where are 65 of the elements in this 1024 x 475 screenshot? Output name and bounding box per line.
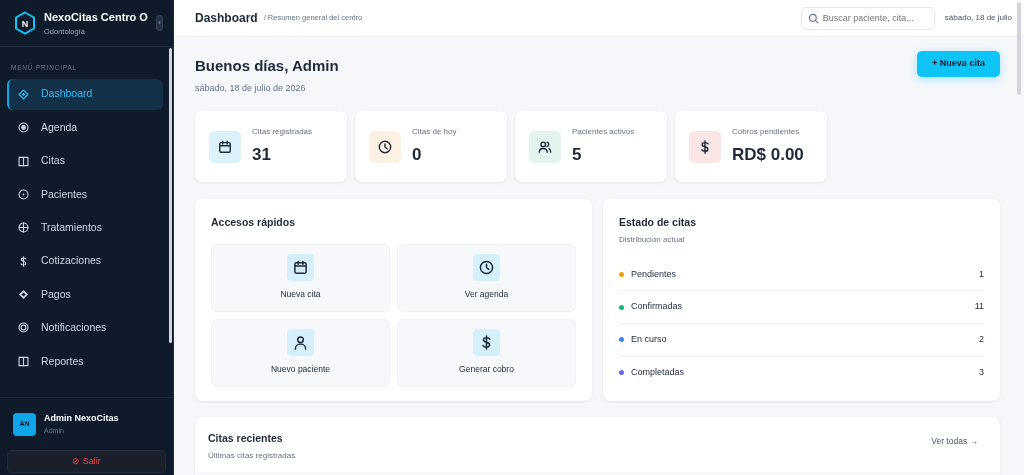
panel-subtitle: Distribución actual <box>619 233 686 246</box>
status-label: Completadas <box>631 366 686 380</box>
status-label: En curso <box>631 333 668 346</box>
nav-item[interactable]: Citas <box>7 145 163 177</box>
status-count: 3 <box>979 366 984 380</box>
scrollbar[interactable] <box>169 48 172 343</box>
status-count: 2 <box>979 333 984 346</box>
panel-title: Accesos rápidos <box>211 215 297 230</box>
status-count: 11 <box>974 300 984 314</box>
dollar-icon <box>698 139 712 154</box>
panel-title: Citas recientes <box>208 431 284 446</box>
stat-value: 5 <box>572 143 583 166</box>
ring-icon <box>18 322 29 334</box>
diamond-icon <box>18 88 29 100</box>
nav-item[interactable]: Dashboard <box>7 78 163 110</box>
nav-item[interactable]: Agenda <box>7 112 163 144</box>
stat-label: Pacientes activos <box>572 125 635 138</box>
dollar-icon <box>18 255 29 267</box>
user-name: Admin NexoCitas <box>44 412 119 425</box>
stat-value: 31 <box>252 143 272 166</box>
calendar-icon <box>218 139 232 154</box>
quick-action-tile[interactable]: Nueva cita <box>211 243 390 312</box>
target-icon <box>18 122 29 134</box>
diamond-icon <box>18 289 29 301</box>
nav-item[interactable]: Reportes <box>7 345 163 377</box>
stat-label: Cobros pendientes <box>732 125 801 138</box>
circle-icon <box>18 188 29 200</box>
user-icon <box>293 335 308 351</box>
panel-subtitle: Últimas citas registradas <box>208 449 296 462</box>
clock-icon <box>479 260 494 276</box>
new-appointment-button[interactable]: + Nueva cita <box>917 51 1000 77</box>
search-field[interactable]: Buscar paciente, cita... <box>800 6 935 30</box>
columns-icon <box>18 155 29 167</box>
collapse-button[interactable]: ‹ <box>155 15 163 31</box>
page-title: Dashboard <box>195 10 258 27</box>
users-icon <box>538 139 552 154</box>
columns-icon <box>18 355 29 367</box>
nav-item[interactable]: Pagos <box>7 279 163 311</box>
stat-label: Citas de hoy <box>412 125 457 138</box>
header-date: sábado, 18 de julio <box>944 12 1012 24</box>
search-icon <box>807 12 819 24</box>
brand-name: NexoCitas Centro O <box>44 10 148 26</box>
greeting-date: sábado, 18 de julio de 2026 <box>195 81 307 95</box>
status-label: Pendientes <box>631 267 678 281</box>
logout-button[interactable]: ⊘ Salir <box>7 450 166 473</box>
stat-value: RD$ 0.00 <box>732 143 804 166</box>
nav-item[interactable]: Tratamientos <box>7 212 163 244</box>
view-all-link[interactable]: Ver todas → <box>931 435 978 462</box>
scrollbar[interactable] <box>1017 2 1021 95</box>
status-label: Confirmadas <box>631 300 684 314</box>
status-count: 1 <box>979 267 984 281</box>
stat-label: Citas registradas <box>252 125 313 138</box>
stat-value: 0 <box>412 143 423 166</box>
quick-action-tile[interactable]: Ver agenda <box>397 243 576 312</box>
quick-action-tile[interactable]: Nuevo paciente <box>211 318 390 387</box>
greeting-title: Buenos días, Admin <box>195 56 339 76</box>
calendar-icon <box>293 260 308 276</box>
quick-action-tile[interactable]: Generar cobro <box>397 318 576 387</box>
panel-title: Estado de citas <box>619 215 698 230</box>
nav-item[interactable]: Cotizaciones <box>7 245 163 277</box>
logo: N <box>14 11 36 35</box>
clock-icon <box>378 139 392 154</box>
globe-icon <box>18 222 29 234</box>
nav-item[interactable]: Notificaciones <box>7 312 163 344</box>
nav-item[interactable]: Pacientes <box>7 178 163 210</box>
